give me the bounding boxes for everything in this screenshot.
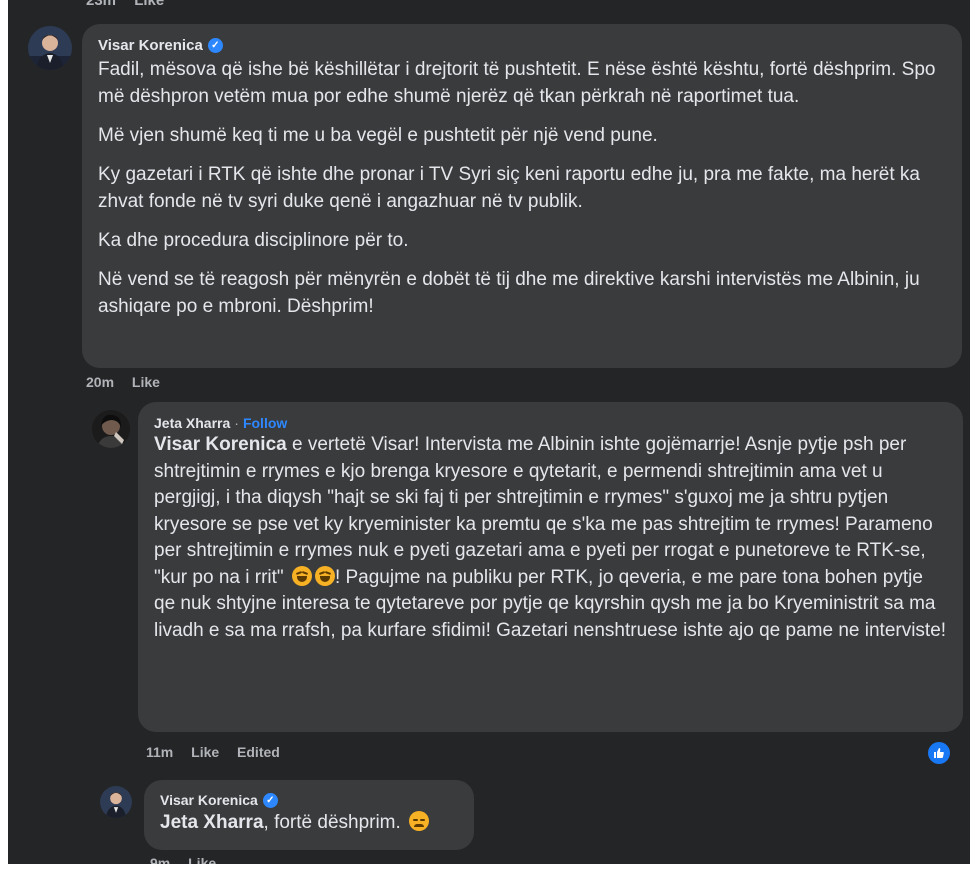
avatar-visar-icon xyxy=(28,26,72,70)
comment-text: Jeta Xharra, fortë dëshprim. xyxy=(160,809,462,836)
like-reaction-icon[interactable] xyxy=(926,740,952,766)
like-link[interactable]: Like xyxy=(134,0,164,9)
mention-link[interactable]: Jeta Xharra xyxy=(160,812,264,833)
comment-bubble: Visar Korenica ✓ Fadil, mësova që ishe b… xyxy=(82,24,962,368)
comment-paragraph: Ky gazetari i RTK që ishte dhe pronar i … xyxy=(98,164,920,212)
avatar-jeta-icon xyxy=(92,410,130,448)
disappointed-emoji-icon xyxy=(409,811,430,831)
comment-meta: 20m Like xyxy=(86,374,174,390)
separator: · xyxy=(234,415,239,431)
mention-link[interactable]: Visar Korenica xyxy=(154,434,287,455)
author-name[interactable]: Jeta Xharra xyxy=(154,415,230,431)
comment-paragraph: Ka dhe procedura disciplinore për to. xyxy=(98,230,409,251)
verified-badge-icon: ✓ xyxy=(262,792,278,808)
like-link[interactable]: Like xyxy=(191,744,219,760)
comment-meta: 9m Like xyxy=(150,855,230,864)
comment-paragraph: Fadil, mësova që ishe bë këshillëtar i d… xyxy=(98,59,936,107)
follow-button[interactable]: Follow xyxy=(243,415,287,431)
avatar[interactable] xyxy=(92,410,130,448)
timestamp[interactable]: 23m xyxy=(86,0,116,9)
author-name[interactable]: Visar Korenica xyxy=(160,792,258,808)
timestamp[interactable]: 20m xyxy=(86,374,114,390)
reply-bubble: Jeta Xharra · Follow Visar Korenica e ve… xyxy=(138,402,963,732)
edited-label[interactable]: Edited xyxy=(237,744,280,760)
comment-thread: 23m Like Visar Korenica ✓ Fadil, mësova … xyxy=(8,0,970,864)
avatar[interactable] xyxy=(100,786,132,818)
comment-text: Fadil, mësova që ishe bë këshillëtar i d… xyxy=(98,56,948,320)
avatar-visar-icon xyxy=(100,786,132,818)
author-name[interactable]: Visar Korenica xyxy=(98,37,203,54)
comment-paragraph: Në vend se të reagosh për mënyrën e dobë… xyxy=(98,269,920,317)
comment-author: Visar Korenica ✓ xyxy=(98,37,948,54)
comment-author: Jeta Xharra · Follow xyxy=(154,415,949,431)
comment-meta: 11m Like Edited xyxy=(146,744,294,760)
previous-comment-meta: 23m Like xyxy=(86,0,178,9)
verified-badge-icon: ✓ xyxy=(207,38,223,53)
comment-author: Visar Korenica ✓ xyxy=(160,792,462,808)
comment-text-part: , fortë dëshprim. xyxy=(263,812,401,833)
comment-text-part: e vertetë Visar! Intervista me Albinin i… xyxy=(154,434,933,588)
rofl-emoji-icon xyxy=(291,565,312,586)
like-link[interactable]: Like xyxy=(132,374,160,390)
comment-paragraph: Më vjen shumë keq ti me u ba vegël e pus… xyxy=(98,125,658,146)
timestamp[interactable]: 11m xyxy=(146,744,173,760)
rofl-emoji-icon xyxy=(314,565,335,586)
timestamp[interactable]: 9m xyxy=(150,855,170,864)
comment-text: Visar Korenica e vertetë Visar! Intervis… xyxy=(154,432,949,644)
like-link[interactable]: Like xyxy=(188,855,216,864)
avatar[interactable] xyxy=(28,26,72,70)
reply-bubble: Visar Korenica ✓ Jeta Xharra, fortë dësh… xyxy=(144,780,474,850)
